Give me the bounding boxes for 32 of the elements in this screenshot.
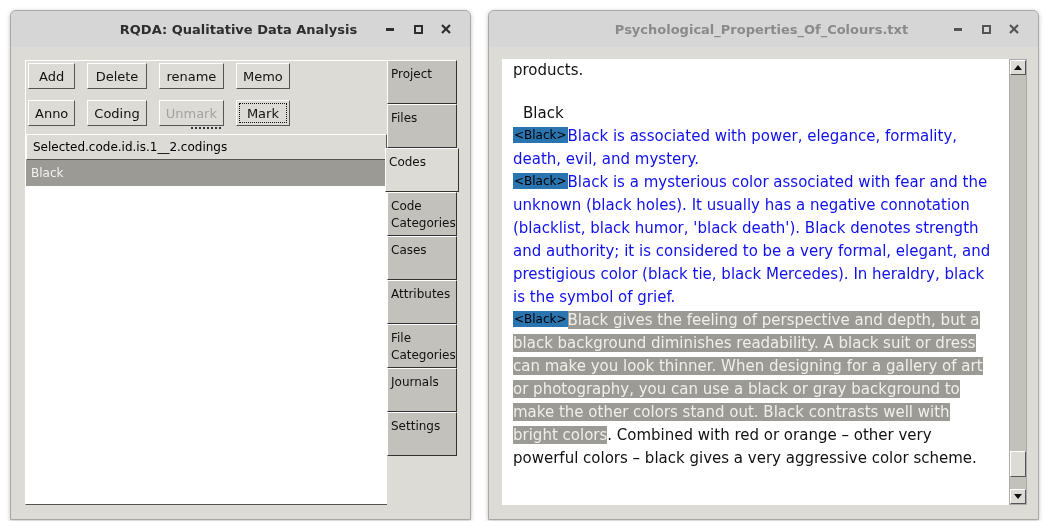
scrollbar-thumb[interactable] [1010,451,1026,477]
up-arrow-icon [1014,65,1022,70]
toolbar-button[interactable]: Anno [28,100,76,126]
side-tab[interactable]: Cases [387,236,457,280]
toolbar-button[interactable]: Coding [87,100,147,126]
close-icon [441,24,451,34]
scroll-down-button[interactable] [1010,489,1026,504]
maximize-icon [981,24,991,34]
toolbar-button[interactable]: Memo [236,63,290,89]
side-tab[interactable]: Project [387,60,457,104]
toolbar-button[interactable]: rename [158,63,224,89]
window-title: RQDA: Qualitative Data Analysis [118,21,359,37]
toolbar-button[interactable]: Mark [236,100,290,126]
side-tab[interactable]: Codes [385,148,459,192]
section-heading: Black [522,103,565,124]
toolbar-button[interactable]: Delete [87,63,147,89]
document-text: products. [513,60,585,81]
side-tab[interactable]: File Categories [387,324,457,368]
side-tab[interactable]: Journals [387,368,457,412]
scroll-up-button[interactable] [1010,60,1026,75]
side-tab[interactable]: Files [387,104,457,148]
close-icon [1009,24,1019,34]
side-tab[interactable]: Code Categories [387,192,457,236]
maximize-icon [413,24,423,34]
list-header[interactable]: Selected.code.id.is.1__2.codings [26,134,387,160]
window-title: Psychological_Properties_Of_Colours.txt [613,21,910,37]
side-tab[interactable]: Settings [387,412,457,456]
minimize-icon [954,27,962,31]
minimize-icon [386,27,394,31]
toolbar-button[interactable]: Add [28,63,76,89]
side-tab[interactable]: Attributes [387,280,457,324]
down-arrow-icon [1014,494,1022,499]
